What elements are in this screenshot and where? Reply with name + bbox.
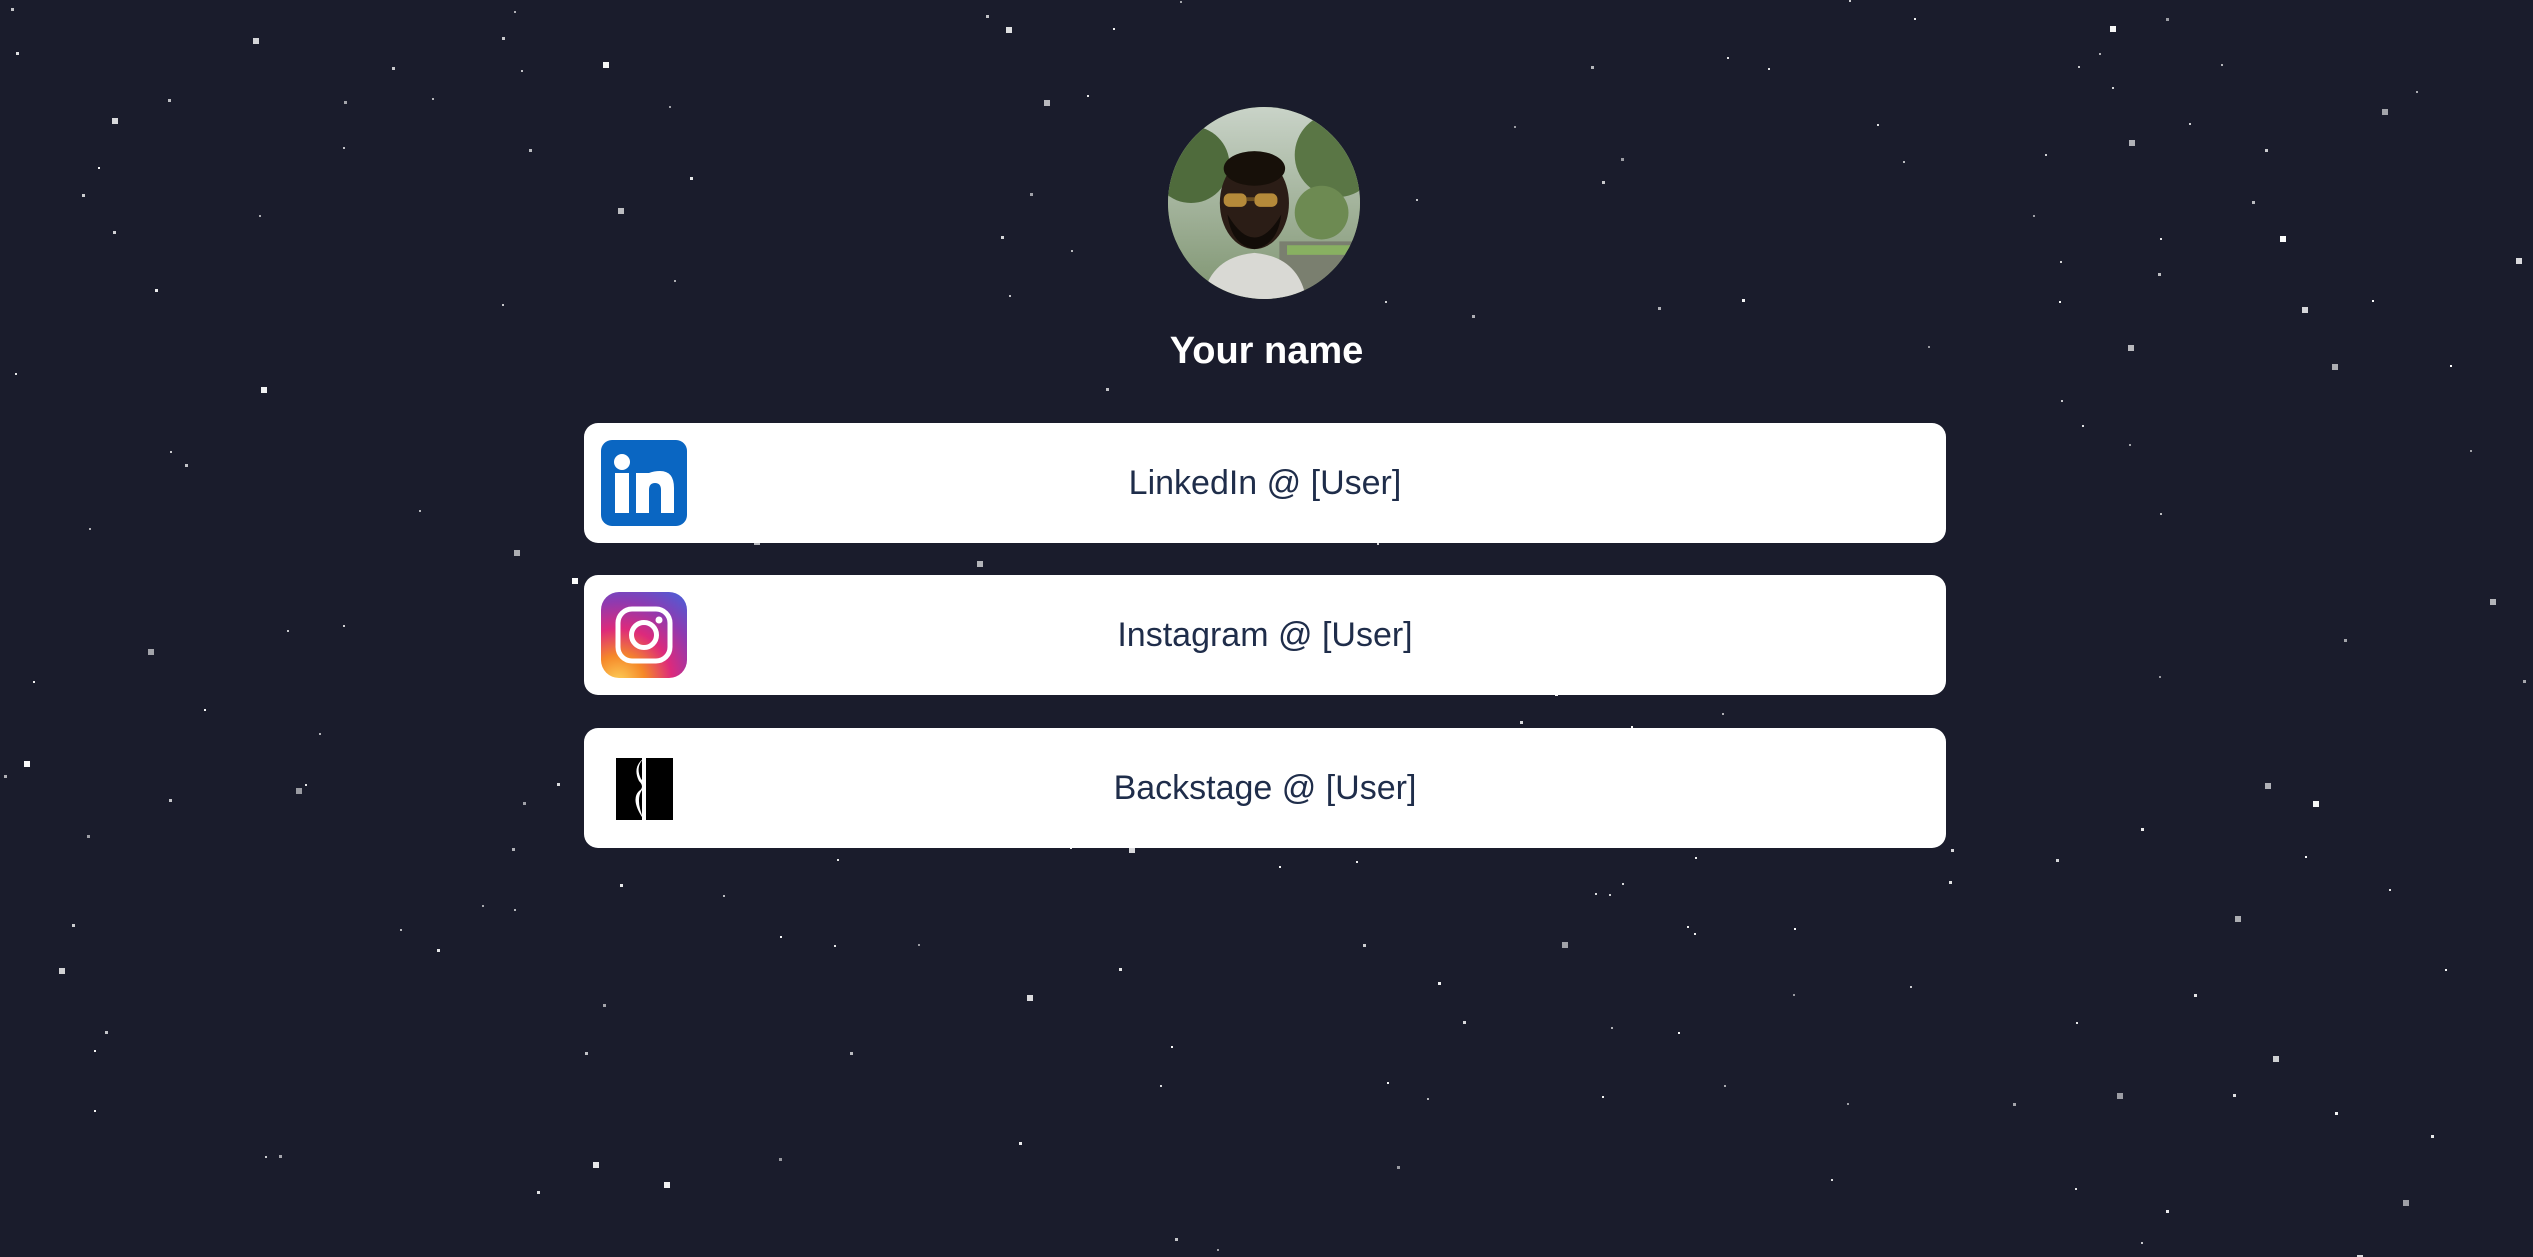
profile-name: Your name xyxy=(1169,330,1364,372)
page: Your name LinkedIn @ [User] Instagram @ … xyxy=(0,0,2533,1257)
linkedin-link-label: LinkedIn @ [User] xyxy=(1128,464,1402,502)
backstage-link-label: Backstage @ [User] xyxy=(1113,769,1417,807)
avatar xyxy=(1168,107,1360,299)
backstage-link-button[interactable]: Backstage @ [User] xyxy=(584,728,1946,848)
instagram-link-button[interactable]: Instagram @ [User] xyxy=(584,575,1946,695)
profile-photo xyxy=(1168,107,1360,299)
instagram-link-label: Instagram @ [User] xyxy=(1117,616,1413,654)
linkedin-link-button[interactable]: LinkedIn @ [User] xyxy=(584,423,1946,543)
